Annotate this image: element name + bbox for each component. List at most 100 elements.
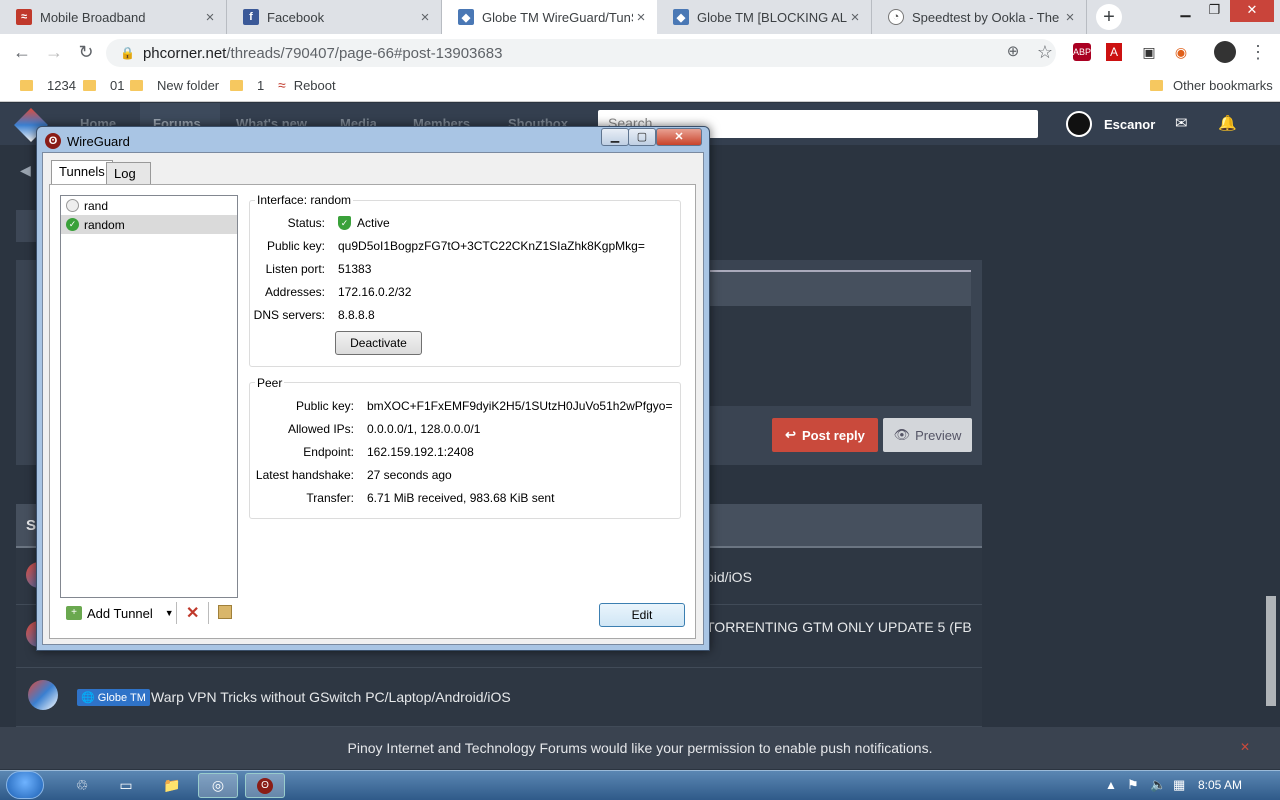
bell-icon[interactable]: 🔔 [1218, 114, 1237, 132]
router-icon: ≈ [278, 77, 286, 93]
close-window-icon[interactable]: ✕ [1230, 0, 1274, 22]
close-tab-icon[interactable]: × [417, 9, 433, 26]
bookmark-new-folder[interactable]: New folder [130, 76, 219, 94]
bookmark-1[interactable]: 1 [230, 76, 264, 94]
flag-icon[interactable]: ⚑ [1127, 777, 1139, 793]
add-tunnel-button[interactable]: + Add Tunnel ▼ [61, 602, 176, 624]
deactivate-button[interactable]: Deactivate [335, 331, 422, 355]
peer-group-title: Peer [255, 376, 285, 390]
toolbar-divider [176, 602, 177, 624]
add-search-icon[interactable]: ⊕ [1001, 40, 1025, 64]
back-arrow-icon[interactable]: ◀ [20, 162, 31, 179]
endpoint-label: Endpoint: [303, 445, 354, 459]
adblock-icon[interactable]: ABP [1073, 43, 1091, 61]
maximize-icon[interactable]: ▢ [628, 128, 656, 146]
brave-icon[interactable]: ◉ [1169, 40, 1193, 64]
bookmark-star-icon[interactable]: ☆ [1033, 40, 1057, 64]
thread-avatar [28, 680, 58, 710]
lock-icon: 🔒 [120, 46, 135, 60]
phcorner-icon: ◆ [458, 9, 474, 25]
dropdown-arrow-icon[interactable]: ▼ [165, 608, 174, 618]
interface-public-key[interactable]: qu9D5oI1BogpzFG7tO+3CTC22CKnZ1SIaZhk8Kgp… [338, 239, 645, 253]
list-item[interactable]: 🌐 Globe TM Warp VPN Tricks without GSwit… [16, 668, 982, 727]
network-app-icon[interactable]: ♲ [62, 773, 102, 798]
reply-icon: ↩ [785, 427, 797, 442]
addresses-label: Addresses: [264, 285, 325, 299]
minimize-icon[interactable]: ▁ [601, 128, 629, 146]
close-tab-icon[interactable]: × [633, 9, 649, 26]
facebook-icon: f [243, 9, 259, 25]
close-tab-icon[interactable]: × [202, 9, 218, 26]
show-desktop-icon[interactable]: ▭ [106, 773, 146, 798]
tab-log[interactable]: Log [106, 162, 151, 184]
tunnel-item-rand[interactable]: rand [61, 196, 237, 215]
tunnel-list[interactable] [60, 195, 238, 598]
bookmark-other[interactable]: Other bookmarks [1150, 76, 1273, 94]
close-notification-icon[interactable]: ✕ [1240, 740, 1250, 754]
explorer-icon[interactable]: 📁 [152, 773, 192, 798]
bookmark-1234[interactable]: 1234 [20, 76, 76, 94]
listen-port-value[interactable]: 51383 [338, 262, 371, 276]
dns-value[interactable]: 8.8.8.8 [338, 308, 375, 322]
mail-icon[interactable]: ✉ [1175, 114, 1188, 132]
editor-toolbar [700, 270, 971, 306]
post-reply-button[interactable]: ↩ Post reply [772, 418, 878, 452]
close-tab-icon[interactable]: × [847, 9, 863, 26]
globe-tm-badge[interactable]: 🌐 Globe TM [77, 689, 150, 706]
volume-icon[interactable]: 🔈 [1150, 777, 1166, 793]
extension-icon[interactable]: ▣ [1137, 40, 1161, 64]
allowed-ips-label: Allowed IPs: [287, 422, 354, 436]
new-tab-button[interactable]: + [1096, 4, 1122, 30]
preview-button[interactable]: 👁 Preview [883, 418, 972, 452]
avatar[interactable] [1214, 41, 1236, 63]
tray-expand-icon[interactable]: ▲ [1105, 778, 1117, 792]
peer-public-key[interactable]: bmXOC+F1FxEMF9dyiK2H5/1SUtzH0JuVo51h2wPf… [367, 399, 672, 413]
start-button[interactable] [6, 771, 44, 799]
menu-icon[interactable]: ⋮ [1246, 40, 1270, 64]
active-check-icon: ✓ [66, 218, 79, 231]
back-icon[interactable]: ← [10, 40, 34, 64]
tunnel-item-random[interactable]: ✓ random [61, 215, 237, 234]
tab-facebook[interactable]: f Facebook × [227, 0, 442, 34]
addresses-value[interactable]: 172.16.0.2/32 [338, 285, 411, 299]
bookmark-01[interactable]: 01 [83, 76, 124, 94]
tab-wireguard-thread[interactable]: ◆ Globe TM WireGuard/TunSa × [442, 0, 657, 34]
forward-icon[interactable]: → [42, 40, 66, 64]
router-icon: ≈ [16, 9, 32, 25]
address-bar[interactable]: 🔒 phcorner.net/threads/790407/page-66#po… [106, 39, 1056, 67]
endpoint-value[interactable]: 162.159.192.1:2408 [367, 445, 474, 459]
export-icon[interactable] [218, 605, 232, 619]
close-tab-icon[interactable]: × [1062, 9, 1078, 26]
tab-blocking-alert[interactable]: ◆ Globe TM [BLOCKING ALERT × [657, 0, 872, 34]
folder-icon [1150, 79, 1163, 91]
wireguard-icon: ʘ [45, 133, 61, 149]
user-avatar[interactable] [1066, 111, 1092, 137]
taskbar-clock[interactable]: 8:05 AM [1198, 778, 1242, 792]
page-scrollbar[interactable] [1266, 596, 1276, 706]
reload-icon[interactable]: ↻ [74, 40, 98, 64]
listen-port-label: Listen port: [265, 262, 325, 276]
close-icon[interactable]: ✕ [656, 128, 702, 146]
username-link[interactable]: Escanor [1104, 117, 1155, 132]
edit-button[interactable]: Edit [599, 603, 685, 627]
window-title: ʘ WireGuard [40, 130, 130, 152]
allowed-ips-value[interactable]: 0.0.0.0/1, 128.0.0.0/1 [367, 422, 480, 436]
restore-icon[interactable]: ❐ [1201, 0, 1228, 22]
public-key-label: Public key: [266, 239, 325, 253]
speedtest-icon: ◔ [888, 9, 904, 25]
delete-tunnel-icon[interactable]: ✕ [186, 603, 199, 623]
editor-area[interactable] [700, 306, 971, 406]
transfer-value: 6.71 MiB received, 983.68 KiB sent [367, 491, 555, 505]
chrome-taskbar-button[interactable]: ◎ [198, 773, 238, 798]
bookmark-reboot[interactable]: ≈ Reboot [278, 76, 336, 94]
tab-tunnels[interactable]: Tunnels [51, 160, 113, 185]
network-icon[interactable]: ▦ [1173, 777, 1185, 793]
push-notification-banner: Pinoy Internet and Technology Forums wou… [0, 727, 1280, 769]
tab-speedtest[interactable]: ◔ Speedtest by Ookla - The Gl × [872, 0, 1087, 34]
pdf-icon[interactable]: A [1106, 43, 1122, 61]
wireguard-taskbar-button[interactable]: ʘ [245, 773, 285, 798]
folder-icon [83, 79, 96, 91]
handshake-value: 27 seconds ago [367, 468, 452, 482]
tab-mobile-broadband[interactable]: ≈ Mobile Broadband × [0, 0, 227, 34]
minimize-icon[interactable]: ▁ [1172, 0, 1199, 22]
